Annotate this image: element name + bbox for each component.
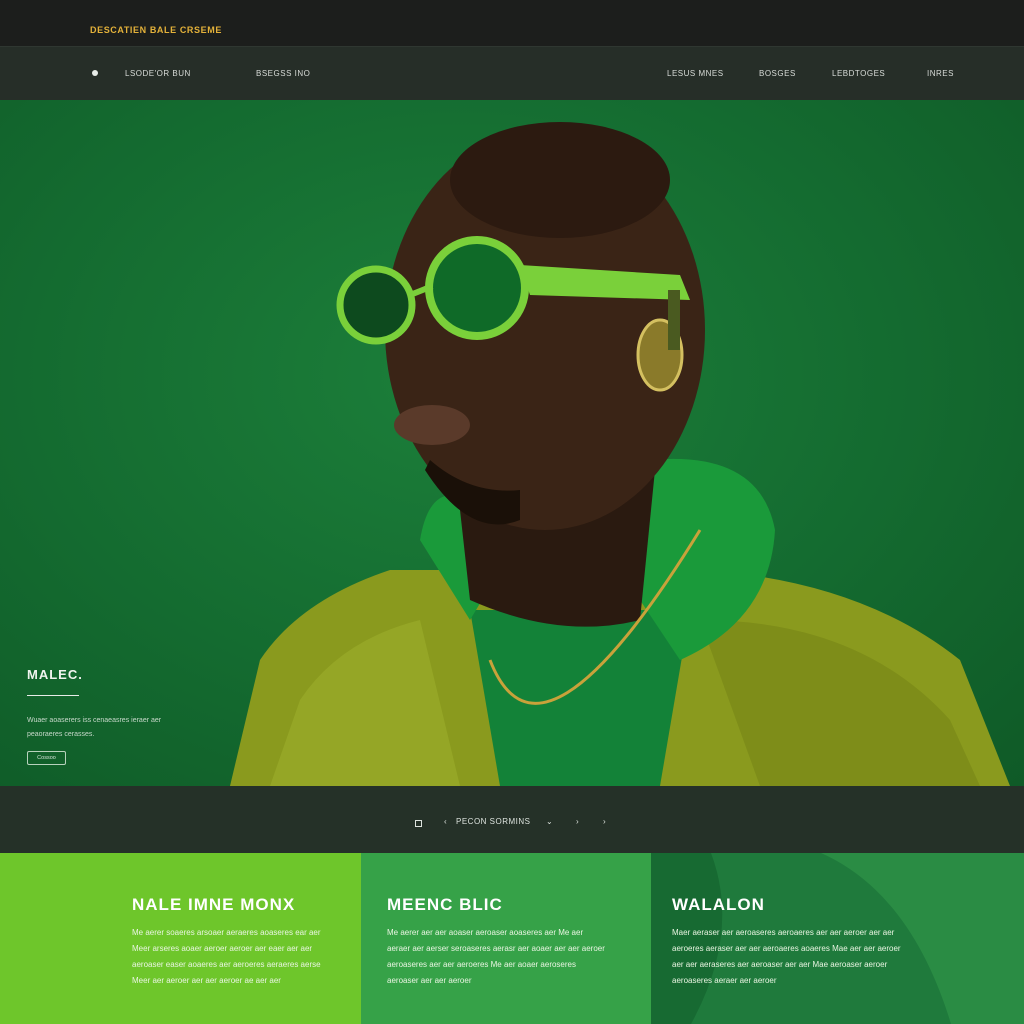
hero-divider: [27, 695, 79, 696]
nav-item-3[interactable]: LESUS MNES: [667, 69, 724, 78]
feature-column-3: WALALON Maer aeraser aer aeroaseres aero…: [651, 853, 1024, 1024]
hero-cta-button[interactable]: Cossoo: [27, 751, 66, 765]
menu-dot-icon[interactable]: [92, 70, 98, 76]
nav-item-1[interactable]: LSODE'OR BUN: [125, 69, 191, 78]
feature-column-2: MEENC BLIC Me aerer aer aer aoaser aeroa…: [361, 853, 651, 1024]
pager-bar: ‹ PECON SORMINS ⌄ › ›: [0, 786, 1024, 853]
last-arrow-icon[interactable]: ›: [603, 817, 606, 826]
hero-description: Wuaer aoaserers iss cenaeasres ieraer ae…: [27, 717, 162, 738]
feature-text-3: Maer aeraser aer aeroaseres aeroaeres ae…: [672, 928, 901, 985]
hero-portrait-image: [230, 122, 1010, 786]
feature-title-2: MEENC BLIC: [387, 895, 503, 914]
brand-title[interactable]: DESCATIEN BALE CRSEME: [90, 25, 222, 35]
feature-column-1: NALE IMNE MONX Me aerer soaeres arsoaer …: [0, 853, 361, 1024]
feature-text-1: Me aerer soaeres arsoaer aeraeres aoaser…: [132, 928, 321, 985]
feature-text-2: Me aerer aer aer aoaser aeroaser aoasere…: [387, 928, 605, 985]
navigation-bar: LSODE'OR BUN BSEGSS INO LESUS MNES BOSGE…: [0, 46, 1024, 100]
top-bar: DESCATIEN BALE CRSEME: [0, 0, 1024, 46]
prev-arrow-icon[interactable]: ‹: [444, 817, 447, 826]
nav-item-2[interactable]: BSEGSS INO: [256, 69, 310, 78]
chevron-down-icon[interactable]: ⌄: [546, 817, 553, 826]
nav-item-6[interactable]: INRES: [927, 69, 954, 78]
nav-item-5[interactable]: LEBDTOGES: [832, 69, 885, 78]
feature-title-1: NALE IMNE MONX: [132, 895, 296, 914]
pager-label[interactable]: PECON SORMINS: [456, 817, 531, 826]
hero-title: MALEC.: [27, 667, 83, 682]
hero-section: MALEC. Wuaer aoaserers iss cenaeasres ie…: [0, 100, 1024, 786]
nav-item-4[interactable]: BOSGES: [759, 69, 796, 78]
stop-icon[interactable]: [415, 820, 422, 827]
next-arrow-icon[interactable]: ›: [576, 817, 579, 826]
feature-title-3: WALALON: [672, 895, 765, 914]
